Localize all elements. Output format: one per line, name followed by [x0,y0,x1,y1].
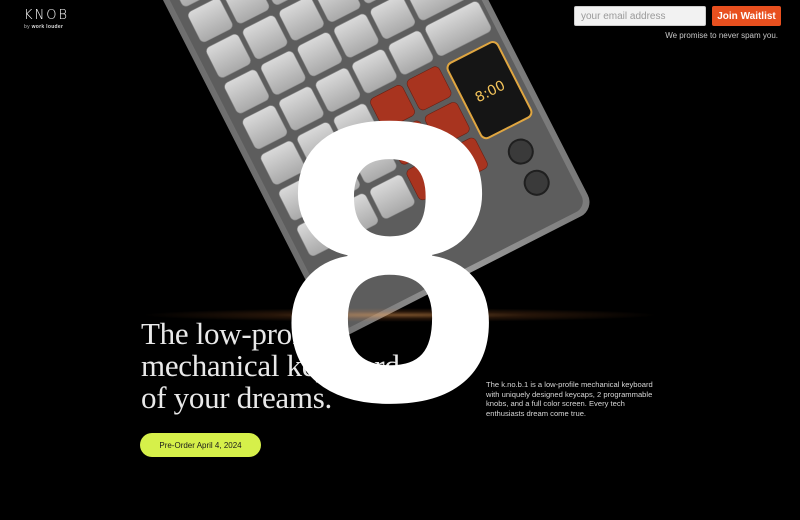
overlay-number: 8 [278,38,502,485]
